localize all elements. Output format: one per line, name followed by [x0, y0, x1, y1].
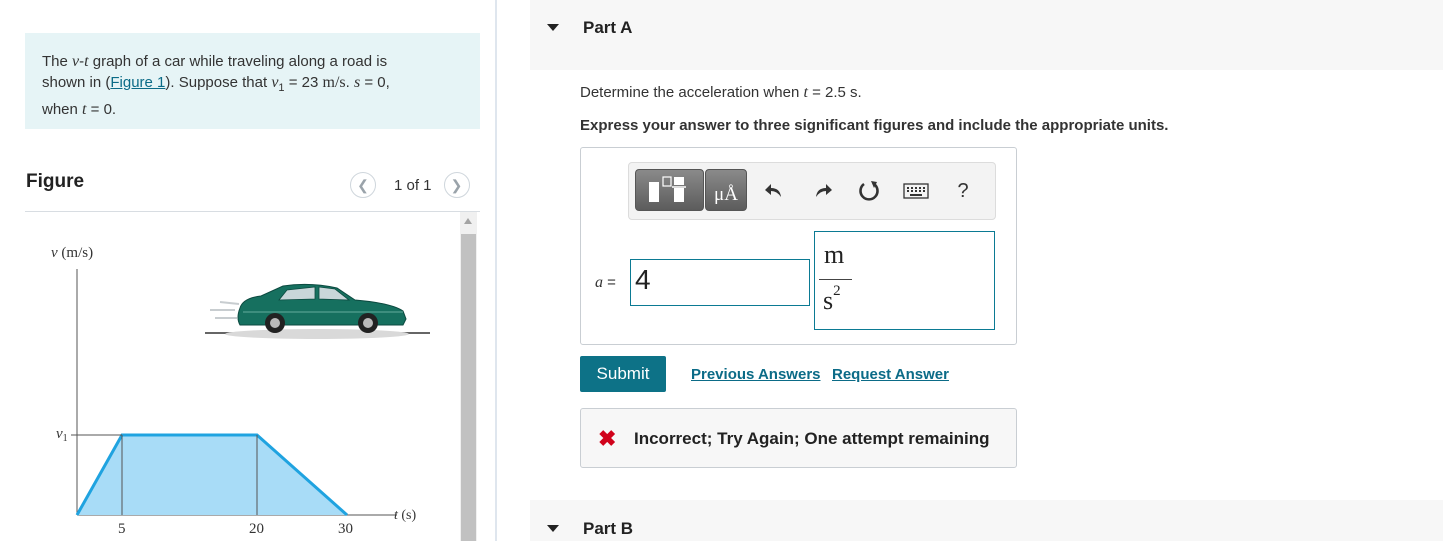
answer-box: μÅ ? a = 4 m s2 [580, 147, 1017, 345]
right-panel: Part A Determine the acceleration when t… [497, 0, 1443, 541]
car-illustration [205, 283, 430, 339]
y-axis-label: v (m/s) [51, 245, 93, 261]
figure-scrollbar[interactable] [460, 212, 477, 541]
text: graph of a car while traveling along a r… [88, 53, 388, 70]
math-toolbar: μÅ ? [628, 162, 996, 220]
part-a-header[interactable] [530, 0, 1443, 70]
figure-link[interactable]: Figure 1 [110, 74, 165, 91]
reset-icon[interactable] [855, 177, 883, 205]
feedback-message: Incorrect; Try Again; One attempt remain… [634, 429, 990, 448]
figure-pager: ❮ 1 of 1 ❯ [350, 171, 470, 199]
figure-title: Figure [26, 171, 85, 192]
undo-icon[interactable] [760, 177, 788, 205]
submit-button[interactable]: Submit [580, 356, 666, 392]
question-text: Determine the acceleration when t = 2.5 … [580, 84, 862, 102]
unit-numerator: m [824, 240, 845, 269]
text: = 0. [86, 101, 117, 118]
unit-denominator: s2 [823, 283, 841, 316]
exponent: 2 [833, 283, 841, 300]
templates-icon[interactable] [635, 169, 704, 211]
x-mark-icon: ✖ [598, 426, 617, 451]
x-axis-label: t (s) [394, 508, 417, 523]
pager-text: 1 of 1 [394, 176, 432, 194]
instruction-text: Express your answer to three significant… [580, 117, 1169, 134]
request-answer-link[interactable]: Request Answer [832, 366, 949, 383]
chevron-left-icon[interactable]: ❮ [350, 172, 376, 198]
fraction-bar [819, 279, 852, 280]
area-fill [77, 435, 347, 515]
keyboard-icon[interactable] [902, 177, 930, 205]
text: The [42, 53, 73, 70]
caret-down-icon[interactable] [547, 24, 559, 31]
x-tick-20: 20 [249, 521, 264, 537]
scroll-up-arrow-icon[interactable] [464, 218, 472, 224]
text: = 23 [284, 74, 323, 91]
y-tick-v1: v1 [56, 426, 68, 444]
answer-value-input[interactable]: 4 [630, 259, 810, 306]
part-b-title[interactable]: Part B [583, 519, 633, 539]
units-button[interactable]: μÅ [705, 169, 747, 211]
left-panel: The v-t graph of a car while traveling a… [0, 0, 495, 541]
part-b-header[interactable] [530, 500, 1443, 541]
chevron-right-icon[interactable]: ❯ [443, 172, 470, 198]
redo-icon[interactable] [809, 177, 837, 205]
text: ). Suppose that [165, 74, 272, 91]
scrollbar-thumb[interactable] [461, 234, 476, 541]
text: shown in ( [42, 74, 111, 91]
text: s [823, 286, 834, 315]
previous-answers-link[interactable]: Previous Answers [691, 366, 821, 383]
help-button[interactable]: ? [949, 177, 977, 205]
text: = [603, 274, 616, 291]
vt-graph: v (m/s) v1 t (s) 5 20 30 [51, 245, 430, 537]
caret-down-icon[interactable] [547, 525, 559, 532]
x-tick-30: 30 [338, 521, 353, 537]
feedback-box: ✖ Incorrect; Try Again; One attempt rema… [580, 408, 1017, 468]
text: = 2.5 s. [807, 84, 862, 101]
x-tick-5: 5 [118, 521, 126, 537]
answer-label: a = [595, 274, 616, 292]
answer-units-input[interactable]: m s2 [814, 231, 995, 330]
math-var: a [595, 274, 603, 291]
unit: m/s [322, 74, 346, 91]
part-a-title[interactable]: Part A [583, 18, 632, 38]
problem-statement: The v-t graph of a car while traveling a… [25, 33, 480, 129]
text: when [42, 101, 83, 118]
text: Determine the acceleration when [580, 84, 804, 101]
text: = 0, [360, 74, 390, 91]
text: . [345, 74, 354, 91]
